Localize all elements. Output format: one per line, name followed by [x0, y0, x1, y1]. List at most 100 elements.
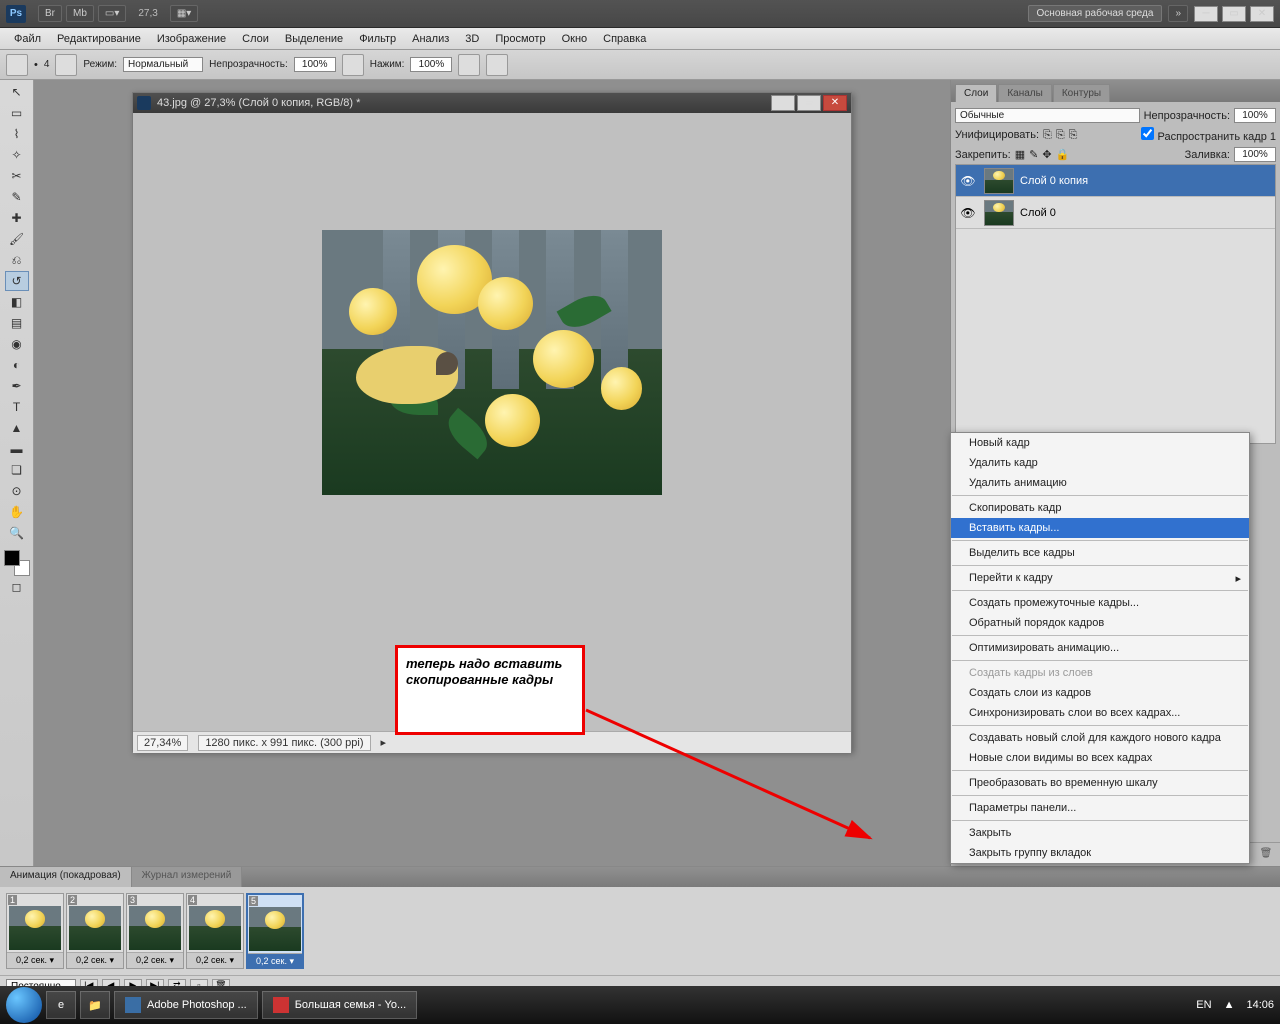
layer-blend-select[interactable]: Обычные [955, 108, 1140, 123]
unify-icon[interactable]: ⎘ [1069, 129, 1078, 142]
tray-clock[interactable]: 14:06 [1246, 999, 1274, 1011]
context-menu-item[interactable]: Создавать новый слой для каждого нового … [951, 728, 1249, 748]
context-menu-item[interactable]: Обратный порядок кадров [951, 613, 1249, 633]
color-swatches[interactable] [4, 550, 30, 576]
eraser-tool[interactable]: ◧ [5, 292, 29, 312]
flow-input[interactable]: 100% [410, 57, 452, 72]
tab-measurement-log[interactable]: Журнал измерений [132, 867, 243, 887]
menu-window[interactable]: Окно [554, 30, 596, 48]
brush-panel-button[interactable] [55, 54, 77, 76]
propagate-checkbox[interactable] [1141, 127, 1154, 140]
blur-tool[interactable]: ◉ [5, 334, 29, 354]
brush-tool[interactable]: 🖌 [5, 229, 29, 249]
magic-wand-tool[interactable]: ✧ [5, 145, 29, 165]
dodge-tool[interactable]: ◐ [5, 355, 29, 375]
workspace-selector[interactable]: Основная рабочая среда [1028, 5, 1163, 22]
screenmode-button[interactable]: ▭▾ [98, 5, 126, 22]
tab-channels[interactable]: Каналы [998, 84, 1052, 102]
opacity-pressure-button[interactable] [342, 54, 364, 76]
frame-duration[interactable]: 0,2 сек. ▾ [127, 952, 183, 968]
layer-opacity-input[interactable]: 100% [1234, 108, 1276, 123]
workspace-more-button[interactable]: » [1168, 5, 1188, 22]
context-menu-item[interactable]: Оптимизировать анимацию... [951, 638, 1249, 658]
tab-paths[interactable]: Контуры [1053, 84, 1110, 102]
menu-file[interactable]: Файл [6, 30, 49, 48]
lock-pixels-icon[interactable]: ✎ [1029, 148, 1038, 161]
status-arrow-icon[interactable]: ▸ [381, 736, 387, 749]
context-menu-item[interactable]: Закрыть [951, 823, 1249, 843]
doc-minimize-button[interactable]: ─ [771, 95, 795, 111]
layer-name[interactable]: Слой 0 копия [1020, 175, 1088, 187]
airbrush-button[interactable] [458, 54, 480, 76]
doc-close-button[interactable]: ✕ [823, 95, 847, 111]
animation-frame[interactable]: 50,2 сек. ▾ [246, 893, 304, 969]
frame-duration[interactable]: 0,2 сек. ▾ [187, 952, 243, 968]
visibility-icon[interactable]: 👁 [958, 174, 978, 188]
healing-tool[interactable]: ✚ [5, 208, 29, 228]
tablet-pressure-button[interactable] [486, 54, 508, 76]
mb-button[interactable]: Mb [66, 5, 94, 22]
layer-thumbnail[interactable] [984, 200, 1014, 226]
context-menu-item[interactable]: Перейти к кадру [951, 568, 1249, 588]
lock-transparency-icon[interactable]: ▦ [1015, 148, 1025, 161]
current-tool-icon[interactable] [6, 54, 28, 76]
unify-icon[interactable]: ⎘ [1056, 129, 1065, 142]
layer-row[interactable]: 👁 Слой 0 [956, 197, 1275, 229]
context-menu-item[interactable]: Новые слои видимы во всех кадрах [951, 748, 1249, 768]
crop-tool[interactable]: ✂ [5, 166, 29, 186]
frame-duration[interactable]: 0,2 сек. ▾ [67, 952, 123, 968]
menu-edit[interactable]: Редактирование [49, 30, 149, 48]
menu-select[interactable]: Выделение [277, 30, 351, 48]
context-menu-item[interactable]: Удалить кадр [951, 453, 1249, 473]
move-tool[interactable]: ↖ [5, 82, 29, 102]
ie-button[interactable]: e [46, 991, 76, 1019]
frame-duration[interactable]: 0,2 сек. ▾ [248, 953, 302, 969]
animation-frame[interactable]: 20,2 сек. ▾ [66, 893, 124, 969]
menu-analysis[interactable]: Анализ [404, 30, 457, 48]
eyedropper-tool[interactable]: ✎ [5, 187, 29, 207]
tab-layers[interactable]: Слои [955, 84, 997, 102]
context-menu-item[interactable]: Синхронизировать слои во всех кадрах... [951, 703, 1249, 723]
visibility-icon[interactable]: 👁 [958, 206, 978, 220]
gradient-tool[interactable]: ▤ [5, 313, 29, 333]
context-menu-item[interactable]: Новый кадр [951, 433, 1249, 453]
menu-3d[interactable]: 3D [457, 30, 487, 48]
document-canvas[interactable] [133, 113, 851, 731]
frame-duration[interactable]: 0,2 сек. ▾ [7, 952, 63, 968]
menu-layers[interactable]: Слои [234, 30, 277, 48]
status-zoom[interactable]: 27,34% [137, 735, 188, 751]
zoom-tool[interactable]: 🔍 [5, 523, 29, 543]
taskbar-item[interactable]: Большая семья - Yo... [262, 991, 417, 1019]
stamp-tool[interactable]: ⎌ [5, 250, 29, 270]
shape-tool[interactable]: ▬ [5, 439, 29, 459]
history-brush-tool[interactable]: ↺ [5, 271, 29, 291]
window-close-button[interactable]: ✕ [1250, 6, 1274, 22]
delete-layer-icon[interactable]: 🗑 [1258, 848, 1274, 862]
layer-name[interactable]: Слой 0 [1020, 207, 1056, 219]
window-minimize-button[interactable]: ─ [1194, 6, 1218, 22]
status-dimensions[interactable]: 1280 пикс. x 991 пикс. (300 ppi) [198, 735, 370, 751]
context-menu-item[interactable]: Удалить анимацию [951, 473, 1249, 493]
context-menu-item[interactable]: Скопировать кадр [951, 498, 1249, 518]
foreground-color[interactable] [4, 550, 20, 566]
lasso-tool[interactable]: ⌇ [5, 124, 29, 144]
window-maximize-button[interactable]: ▭ [1222, 6, 1246, 22]
marquee-tool[interactable]: ▭ [5, 103, 29, 123]
doc-maximize-button[interactable]: ▭ [797, 95, 821, 111]
menu-image[interactable]: Изображение [149, 30, 234, 48]
blend-mode-select[interactable]: Нормальный [123, 57, 203, 72]
zoom-value[interactable]: 27,3 [138, 8, 157, 19]
brush-size-label[interactable]: 4 [44, 59, 50, 70]
lock-position-icon[interactable]: ✥ [1042, 148, 1051, 161]
animation-frame[interactable]: 30,2 сек. ▾ [126, 893, 184, 969]
taskbar-item[interactable]: Adobe Photoshop ... [114, 991, 258, 1019]
layer-thumbnail[interactable] [984, 168, 1014, 194]
animation-frame[interactable]: 10,2 сек. ▾ [6, 893, 64, 969]
menu-help[interactable]: Справка [595, 30, 654, 48]
opacity-input[interactable]: 100% [294, 57, 336, 72]
animation-frame[interactable]: 40,2 сек. ▾ [186, 893, 244, 969]
document-titlebar[interactable]: 43.jpg @ 27,3% (Слой 0 копия, RGB/8) * ─… [133, 93, 851, 113]
3d-tool[interactable]: ❏ [5, 460, 29, 480]
context-menu-item[interactable]: Параметры панели... [951, 798, 1249, 818]
explorer-button[interactable]: 📁 [80, 991, 110, 1019]
